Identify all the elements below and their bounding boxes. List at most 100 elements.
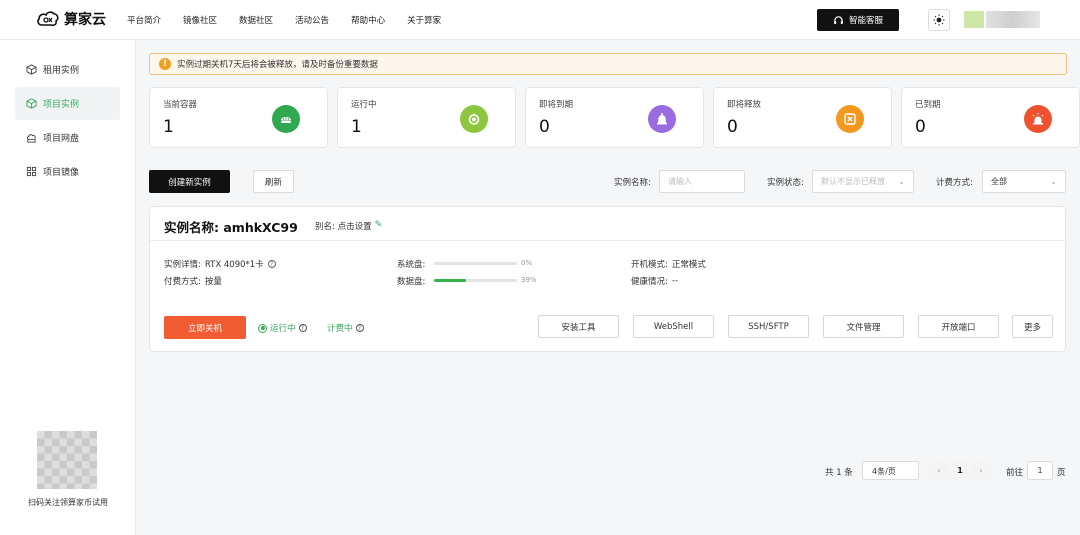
- nav-item-help[interactable]: 帮助中心: [351, 14, 385, 26]
- nav-item-events[interactable]: 活动公告: [295, 14, 329, 26]
- avatar[interactable]: [964, 11, 984, 28]
- stat-value: 0: [727, 117, 738, 137]
- cube-icon: [26, 98, 37, 109]
- qr-code: [37, 431, 97, 489]
- instance-status-placeholder: 默认不显示已释放: [821, 177, 885, 186]
- nav-item-intro[interactable]: 平台简介: [127, 14, 161, 26]
- file-manager-button[interactable]: 文件管理: [823, 315, 904, 338]
- instance-title: 实例名称: amhkXC99: [164, 217, 298, 236]
- stat-card-current: 当前容器 1: [149, 87, 328, 148]
- create-instance-button[interactable]: 创建新实例: [149, 170, 230, 193]
- system-disk-percent: 0%: [521, 259, 533, 267]
- health-label: 健康情况:: [631, 277, 668, 287]
- boot-mode: 开机模式: 正常模式: [631, 258, 706, 270]
- stat-value: 0: [915, 117, 926, 137]
- help-icon[interactable]: ?: [298, 324, 307, 332]
- alert-text: 实例过期关机7天后将会被释放，请及时备份重要数据: [177, 60, 378, 70]
- instance-detail-label: 实例详情:: [164, 260, 201, 270]
- help-icon[interactable]: ?: [267, 260, 276, 268]
- headset-icon: [834, 15, 843, 24]
- instance-name: amhkXC99: [223, 220, 298, 235]
- shutdown-button[interactable]: 立即关机: [164, 316, 246, 339]
- running-status: 运行中 ?: [258, 322, 307, 334]
- system-disk-bar: [434, 262, 517, 265]
- logo-text: 算家云: [64, 12, 106, 28]
- alias-label: 别名: 点击设置: [315, 222, 372, 232]
- billing-select[interactable]: 全部 ⌄: [982, 170, 1066, 193]
- cloud-logo-icon: [37, 11, 59, 27]
- stat-value: 1: [351, 117, 362, 137]
- sidebar-item-project-image[interactable]: 项目镜像: [15, 155, 120, 188]
- chevron-left-icon: ‹: [937, 465, 941, 475]
- sidebar-item-rent-instance[interactable]: 租用实例: [15, 53, 120, 86]
- next-page-button[interactable]: ›: [972, 461, 990, 479]
- cloud-drive-icon: [26, 134, 36, 143]
- stat-card-releasing: 即将释放 0: [713, 87, 892, 148]
- grid-icon: [26, 166, 37, 177]
- sidebar-item-project-drive[interactable]: 项目网盘: [15, 121, 120, 154]
- goto-label: 前往: [1006, 468, 1024, 478]
- warning-icon: !: [159, 58, 171, 70]
- open-port-button[interactable]: 开放端口: [918, 315, 999, 338]
- instance-name-input[interactable]: 请输入: [659, 170, 745, 193]
- billing-status: 计费中 ?: [327, 322, 364, 334]
- sidebar: 租用实例 项目实例 项目网盘 项目镜像 扫码关注领算家币试用: [0, 40, 136, 535]
- power-icon: [460, 105, 488, 133]
- page-size-select[interactable]: 4条/页: [862, 461, 919, 480]
- instance-status-select[interactable]: 默认不显示已释放 ⌄: [812, 170, 914, 193]
- pagination-total: 共 1 条: [825, 468, 853, 478]
- more-button[interactable]: 更多: [1012, 315, 1053, 338]
- help-icon[interactable]: ?: [355, 324, 364, 332]
- health-value: --: [671, 276, 679, 286]
- refresh-button[interactable]: 刷新: [253, 170, 294, 193]
- chevron-down-icon: ⌄: [898, 177, 905, 186]
- running-status-label: 运行中: [270, 324, 296, 334]
- theme-toggle-button[interactable]: [928, 9, 950, 31]
- qr-caption: 扫码关注领算家币试用: [28, 498, 108, 507]
- stat-label: 已到期: [915, 100, 941, 110]
- goto-page-input[interactable]: 1: [1027, 461, 1053, 480]
- stat-card-running: 运行中 1: [337, 87, 516, 148]
- stat-value: 1: [163, 117, 174, 137]
- stat-label: 即将到期: [539, 100, 574, 110]
- stat-value: 0: [539, 117, 550, 137]
- nav-item-data-community[interactable]: 数据社区: [239, 14, 273, 26]
- username-menu[interactable]: [986, 11, 1040, 28]
- nav-item-about[interactable]: 关于算家: [407, 14, 441, 26]
- sidebar-item-label: 项目网盘: [43, 134, 80, 144]
- data-disk-percent: 39%: [521, 276, 537, 284]
- stat-label: 即将释放: [727, 100, 762, 110]
- running-dot-icon: [258, 323, 267, 333]
- instance-card: 实例名称: amhkXC99 别名: 点击设置 ✎ 实例详情: RTX 4090…: [149, 206, 1066, 352]
- instance-detail-value: RTX 4090*1卡: [204, 260, 264, 270]
- data-disk-bar-fill: [434, 279, 467, 282]
- sidebar-item-label: 租用实例: [43, 66, 80, 76]
- cube-outline-icon: [26, 64, 37, 75]
- webshell-button[interactable]: WebShell: [633, 315, 714, 338]
- expiry-alert: ! 实例过期关机7天后将会被释放，请及时备份重要数据: [149, 53, 1067, 75]
- page-size-value: 4条/页: [872, 467, 896, 476]
- stat-card-expiring: 即将到期 0: [525, 87, 704, 148]
- sun-icon: [933, 14, 945, 26]
- chevron-right-icon: ›: [979, 465, 983, 475]
- billing-method-value: 按量: [204, 277, 222, 287]
- bell-icon: [648, 105, 676, 133]
- main-nav: 平台简介 镜像社区 数据社区 活动公告 帮助中心 关于算家: [127, 14, 463, 26]
- ssh-sftp-button[interactable]: SSH/SFTP: [728, 315, 809, 338]
- sidebar-item-label: 项目实例: [43, 100, 80, 110]
- prev-page-button[interactable]: ‹: [930, 461, 948, 479]
- install-tools-button[interactable]: 安装工具: [538, 315, 619, 338]
- instance-status-filter-label: 实例状态:: [767, 178, 804, 188]
- release-icon: [836, 105, 864, 133]
- stat-card-expired: 已到期 0: [901, 87, 1080, 148]
- instance-title-prefix: 实例名称:: [164, 220, 219, 235]
- nav-item-image-community[interactable]: 镜像社区: [183, 14, 217, 26]
- smart-service-button[interactable]: 智能客服: [817, 9, 899, 31]
- page-number-button[interactable]: 1: [951, 461, 969, 479]
- edit-icon: ✎: [374, 220, 383, 230]
- logo[interactable]: 算家云: [36, 9, 106, 29]
- sidebar-item-project-instance[interactable]: 项目实例: [15, 87, 120, 120]
- billing-status-label: 计费中: [327, 324, 353, 334]
- instance-detail: 实例详情: RTX 4090*1卡 ?: [164, 258, 276, 270]
- alias-setting[interactable]: 别名: 点击设置 ✎: [315, 220, 382, 232]
